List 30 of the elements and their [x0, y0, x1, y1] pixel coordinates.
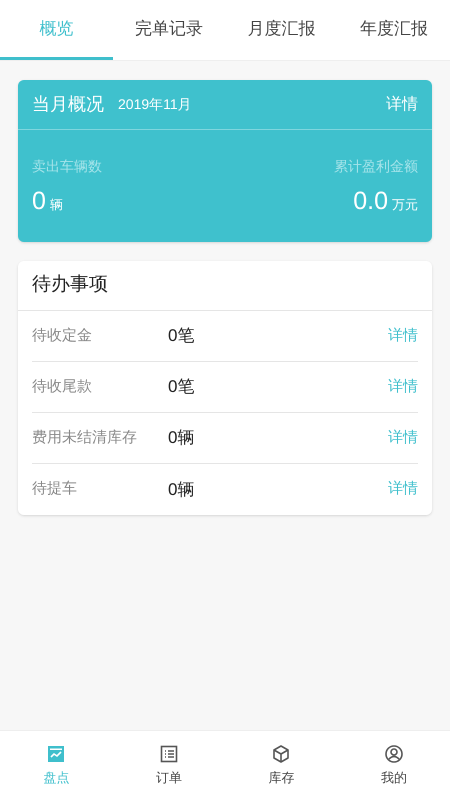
month-label: 2019年11月: [118, 95, 192, 114]
row-value: 0辆: [168, 427, 194, 450]
details-link[interactable]: 详情: [388, 426, 418, 450]
tab[interactable]: 年度汇报: [338, 0, 450, 60]
row-value: 0辆: [168, 478, 194, 501]
nav-item[interactable]: 订单: [112, 731, 225, 800]
nav-item[interactable]: 库存: [225, 731, 338, 800]
row-label: 费用未结清库存: [32, 428, 138, 448]
stat-value: 0: [32, 186, 46, 217]
stat-value: 0.0: [353, 186, 388, 217]
stat-label: 累计盈利金额: [334, 157, 418, 176]
card-title: 待办事项: [32, 273, 108, 298]
card-title: 当月概况: [32, 93, 104, 116]
details-link[interactable]: 详情: [388, 376, 418, 398]
stat-unit: 万元: [392, 196, 418, 214]
row-label: 待收定金: [32, 326, 93, 346]
row-label: 待收尾款: [32, 376, 93, 397]
stat-unit: 辆: [50, 196, 63, 214]
details-link[interactable]: 详情: [388, 478, 418, 501]
nav-item[interactable]: 盘点: [0, 731, 112, 800]
nav-item[interactable]: 我的: [338, 731, 450, 800]
row-label: 待提车: [32, 479, 78, 500]
row-value: 0笔: [168, 376, 194, 398]
details-link[interactable]: 详情: [386, 92, 418, 116]
tab[interactable]: 月度汇报: [225, 0, 338, 60]
tab[interactable]: 概览: [0, 0, 112, 60]
details-link[interactable]: 详情: [388, 324, 418, 348]
stat-label: 卖出车辆数: [32, 157, 102, 176]
row-value: 0笔: [168, 325, 194, 348]
tab[interactable]: 完单记录: [112, 0, 225, 60]
